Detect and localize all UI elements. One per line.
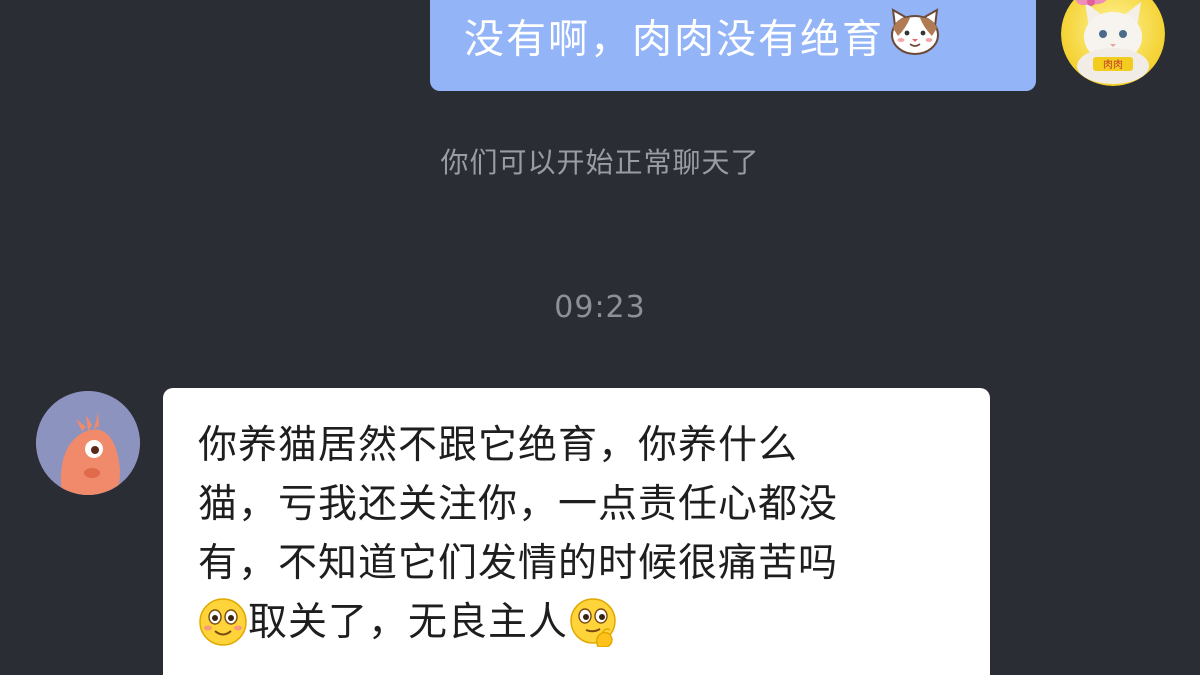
incoming-message-bubble[interactable]: 你养猫居然不跟它绝育，你养什么 猫，亏我还关注你，一点责任心都没 有，不知道它们… [163,388,990,675]
incoming-message-last-line: 取关了，无良主人 [198,593,956,652]
chat-window: 没有啊，肉肉没有绝育 肉肉 你们可以开始正常聊天了 09:23 你养猫居然不跟它… [0,0,1200,675]
outgoing-message-text: 没有啊，肉肉没有绝育 [464,16,884,63]
incoming-message-line: 取关了，无良主人 [248,600,569,645]
system-notice: 你们可以开始正常聊天了 [440,146,760,179]
thinking-face-emoji-icon [568,597,618,648]
contact-avatar[interactable] [36,391,140,495]
smiling-face-emoji-icon [198,597,248,647]
my-avatar[interactable]: 肉肉 [1061,0,1165,86]
message-timestamp: 09:23 [554,290,646,325]
incoming-message-line: 猫，亏我还关注你，一点责任心都没 [198,482,839,527]
cat-face-emoji-icon [888,6,942,73]
avatar-caption: 肉肉 [1103,58,1123,71]
outgoing-message-bubble[interactable]: 没有啊，肉肉没有绝育 [430,0,1036,91]
incoming-message-line: 你养猫居然不跟它绝育，你养什么 [198,423,799,468]
incoming-message-line: 有，不知道它们发情的时候很痛苦吗 [198,541,839,586]
white-cat-with-bow-avatar-icon: 肉肉 [1061,0,1165,86]
orange-bird-avatar-icon [36,391,140,495]
